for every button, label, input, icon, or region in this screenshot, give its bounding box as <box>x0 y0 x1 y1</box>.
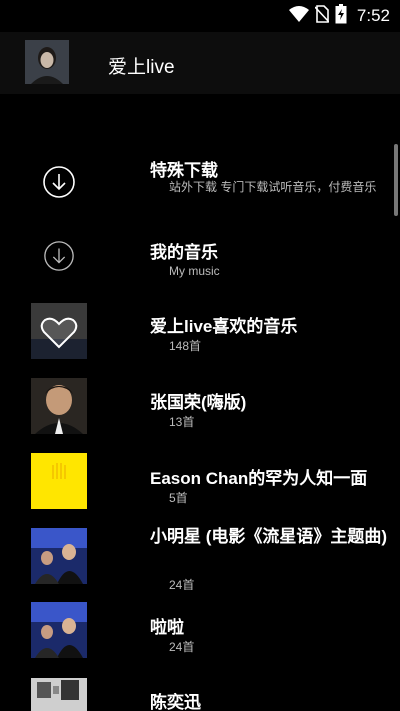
list-item-title: 特殊下载 <box>150 161 218 180</box>
list-item[interactable]: 陈奕迅 <box>0 676 394 711</box>
list-item-subtitle: 24首 <box>169 640 195 654</box>
list-item[interactable]: 小明星 (电影《流星语》主题曲) 24首 <box>0 526 394 590</box>
wifi-icon <box>288 5 309 27</box>
list-item-title: 陈奕迅 <box>150 693 201 711</box>
list-item[interactable]: 特殊下载 站外下载 专门下载试听音乐，付费音乐 <box>0 146 394 218</box>
list-item-subtitle: 站外下载 专门下载试听音乐，付费音乐 <box>169 180 377 194</box>
avatar[interactable] <box>25 40 69 84</box>
clock: 7:52 <box>356 6 390 25</box>
list-item[interactable]: 我的音乐 My music <box>0 226 394 290</box>
list-item-title: 爱上live喜欢的音乐 <box>150 317 298 336</box>
playlist-cover <box>31 678 87 711</box>
list-item-title: 小明星 (电影《流星语》主题曲) <box>150 527 388 546</box>
playlist-cover <box>31 303 87 359</box>
playlist-cover <box>31 602 87 658</box>
download-icon <box>31 228 87 284</box>
list-item-title: 我的音乐 <box>150 243 218 262</box>
list-item-subtitle: 5首 <box>169 491 188 505</box>
list-item-title: Eason Chan的罕为人知一面 <box>150 469 368 488</box>
status-icons: 7:52 <box>288 3 390 29</box>
list-item-title: 张国荣(嗨版) <box>150 393 247 412</box>
playlist-cover <box>31 528 87 584</box>
playlist-cover <box>31 453 87 509</box>
playlist-cover <box>31 378 87 434</box>
list-item[interactable]: 爱上live喜欢的音乐 148首 <box>0 302 394 366</box>
no-sim-icon <box>314 4 330 28</box>
list-item[interactable]: 啦啦 24首 <box>0 601 394 665</box>
status-bar: 7:52 <box>0 0 400 32</box>
list-item-subtitle: 24首 <box>169 578 195 590</box>
list-item-subtitle: 148首 <box>169 339 202 353</box>
download-icon <box>31 154 87 210</box>
list-item[interactable]: Eason Chan的罕为人知一面 5首 <box>0 452 394 516</box>
list-item[interactable]: 张国荣(嗨版) 13首 <box>0 376 394 440</box>
list-item-subtitle: My music <box>169 264 220 278</box>
page-title: 爱上live <box>108 57 175 78</box>
list-item-title: 啦啦 <box>150 618 184 637</box>
list-item-subtitle: 13首 <box>169 415 195 429</box>
app-header: 爱上live <box>0 32 400 94</box>
battery-charging-icon <box>335 3 347 29</box>
scrollbar[interactable] <box>394 144 398 216</box>
